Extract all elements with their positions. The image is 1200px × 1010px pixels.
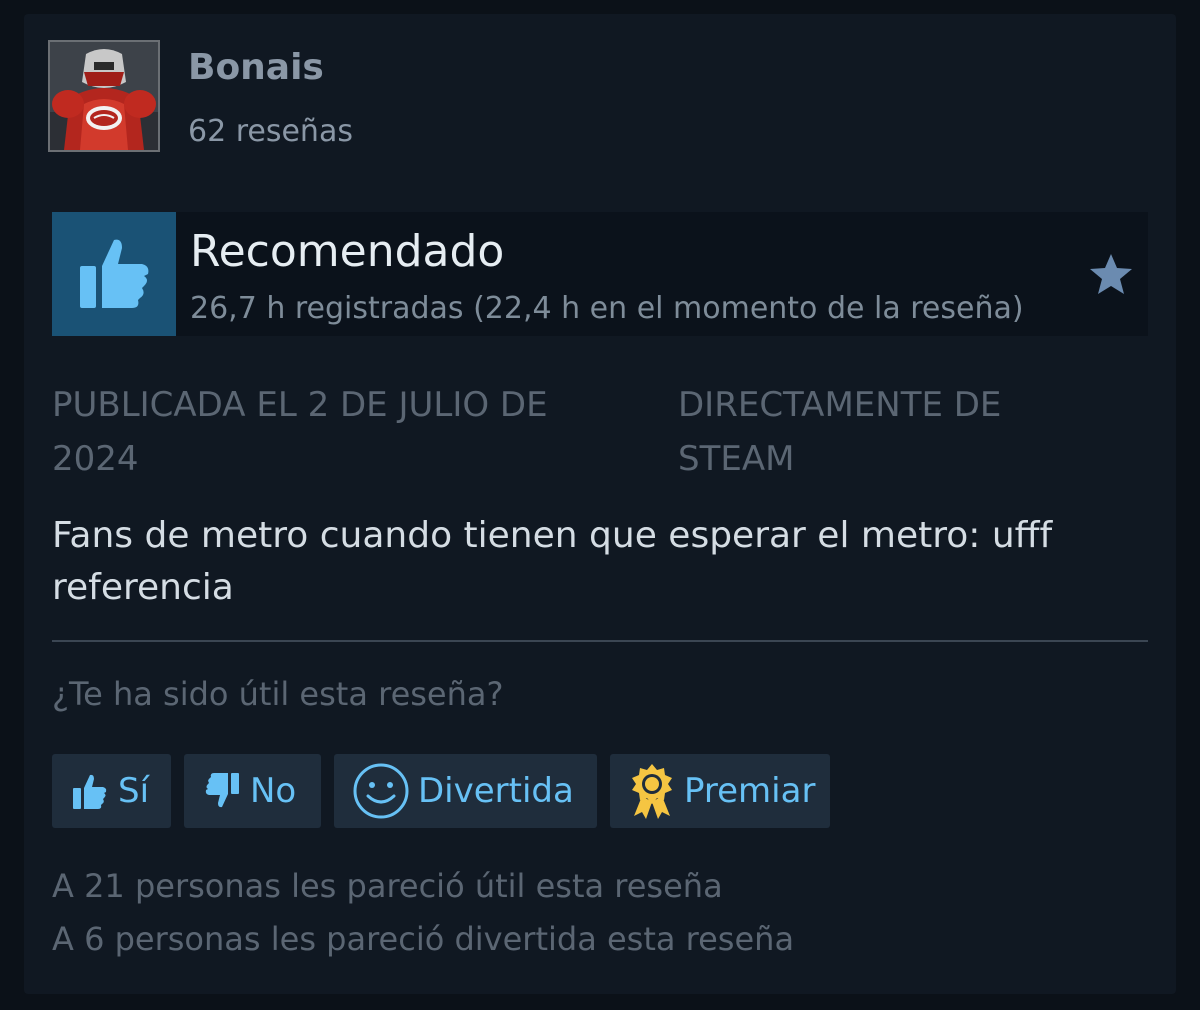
award-icon: [632, 764, 672, 819]
recommendation-label: Recomendado: [190, 226, 505, 277]
award-label: Premiar: [684, 771, 816, 811]
thumbs-up-icon: [80, 239, 149, 308]
funny-count: A 6 personas les pareció divertida esta …: [52, 920, 795, 958]
recommendation-banner: Recomendado 26,7 h registradas (22,4 h e…: [52, 212, 1148, 336]
smiley-icon: [353, 763, 409, 819]
review-source: DIRECTAMENTE DE STEAM: [678, 385, 1002, 479]
helpful-question: ¿Te ha sido útil esta reseña?: [52, 675, 504, 713]
posted-date: PUBLICADA EL 2 DE JULIO DE 2024: [52, 385, 548, 479]
helpful-count: A 21 personas les pareció útil esta rese…: [52, 867, 723, 905]
review-count[interactable]: 62 reseñas: [188, 112, 353, 152]
reviewer-name[interactable]: Bonais: [188, 46, 324, 90]
thumbs-up-icon: [73, 774, 107, 809]
vote-no-button[interactable]: No: [184, 754, 321, 828]
vote-funny-button[interactable]: Divertida: [334, 754, 597, 828]
vote-no-label: No: [250, 771, 297, 811]
award-button[interactable]: Premiar: [610, 754, 830, 828]
review-card: [24, 14, 1176, 994]
star-icon[interactable]: [1086, 250, 1136, 300]
review-body: Fans de metro cuando tienen que esperar …: [52, 515, 1053, 608]
avatar-image: [50, 42, 158, 150]
avatar[interactable]: [48, 40, 160, 152]
vote-funny-label: Divertida: [418, 771, 574, 811]
thumbs-down-icon: [205, 773, 239, 808]
divider: [52, 640, 1148, 642]
vote-yes-button[interactable]: Sí: [52, 754, 171, 828]
vote-yes-label: Sí: [118, 771, 150, 811]
hours-played: 26,7 h registradas (22,4 h en el momento…: [190, 291, 1024, 326]
thumbs-up-badge: [52, 212, 176, 336]
